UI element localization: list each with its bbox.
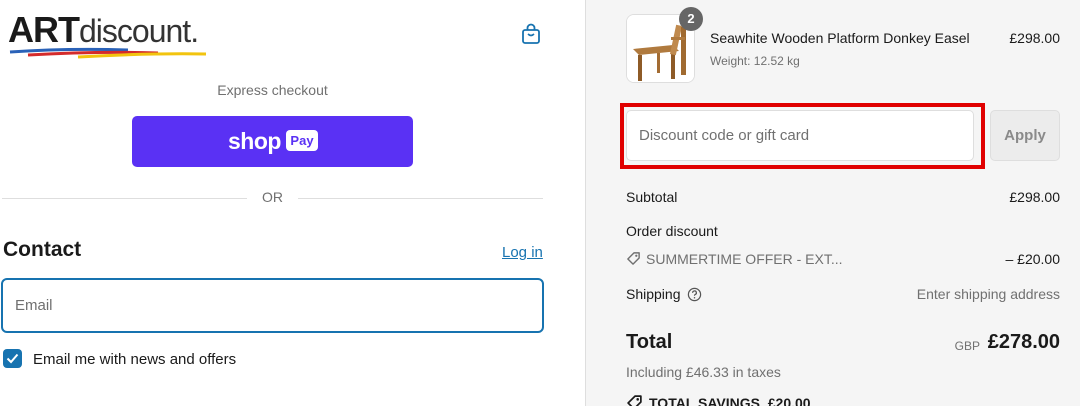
email-field[interactable] <box>1 278 544 333</box>
shop-pay-wordmark: shop <box>228 128 281 154</box>
savings-tag-icon <box>627 395 642 406</box>
express-checkout-label: Express checkout <box>217 82 328 98</box>
savings-value: £20.00 <box>767 395 811 406</box>
shipping-label: Shipping <box>626 286 681 302</box>
order-discount-label: Order discount <box>626 223 718 239</box>
help-circle-icon[interactable] <box>687 287 702 302</box>
shipping-value: Enter shipping address <box>916 286 1060 302</box>
divider-line-right <box>298 198 543 199</box>
quantity-badge: 2 <box>679 7 703 31</box>
divider-line-left <box>2 198 247 199</box>
logo-light-text: discount <box>79 13 191 49</box>
shop-pay-badge: Pay <box>286 130 318 151</box>
discount-code-input[interactable] <box>626 110 974 161</box>
shopping-bag-icon[interactable] <box>519 22 543 46</box>
subtotal-value: £298.00 <box>1009 189 1060 205</box>
total-value: £278.00 <box>987 331 1060 353</box>
log-in-link[interactable]: Log in <box>502 244 543 261</box>
or-text: OR <box>262 189 283 205</box>
shipping-row-label: Shipping <box>626 286 702 302</box>
discount-code-text: SUMMERTIME OFFER - EXT... <box>646 251 843 267</box>
checkmark-icon <box>6 353 19 364</box>
order-summary-panel: 2 Seawhite Wooden Platform Donkey Easel … <box>585 0 1080 406</box>
logo-dot: . <box>190 13 199 49</box>
logo-wordmark: ARTdiscount. <box>8 9 199 51</box>
tax-note: Including £46.33 in taxes <box>626 364 781 380</box>
logo-swoosh-icon <box>9 47 207 59</box>
subtotal-label: Subtotal <box>626 189 678 205</box>
apply-discount-button[interactable]: Apply <box>990 110 1060 161</box>
product-name: Seawhite Wooden Platform Donkey Easel <box>710 30 970 46</box>
total-currency: GBP <box>954 339 980 353</box>
checkout-main-panel: ARTdiscount. Express checkout shop Pay O… <box>0 0 585 406</box>
discount-code-row: SUMMERTIME OFFER - EXT... <box>626 251 843 267</box>
discount-amount: – £20.00 <box>1005 251 1061 267</box>
newsletter-label[interactable]: Email me with news and offers <box>33 351 236 368</box>
newsletter-checkbox[interactable] <box>3 349 22 368</box>
total-savings-row: TOTAL SAVINGS £20.00 <box>626 394 811 406</box>
product-weight: Weight: 12.52 kg <box>710 54 800 68</box>
logo-bold-text: ART <box>8 9 80 50</box>
contact-heading: Contact <box>3 238 82 261</box>
total-label: Total <box>626 331 673 353</box>
tag-icon <box>627 252 640 265</box>
shop-pay-button[interactable]: shop Pay <box>132 116 413 167</box>
savings-label: TOTAL SAVINGS <box>649 395 760 406</box>
or-divider: OR <box>0 189 545 207</box>
artdiscount-logo[interactable]: ARTdiscount. <box>8 9 218 59</box>
product-price: £298.00 <box>1009 30 1060 46</box>
